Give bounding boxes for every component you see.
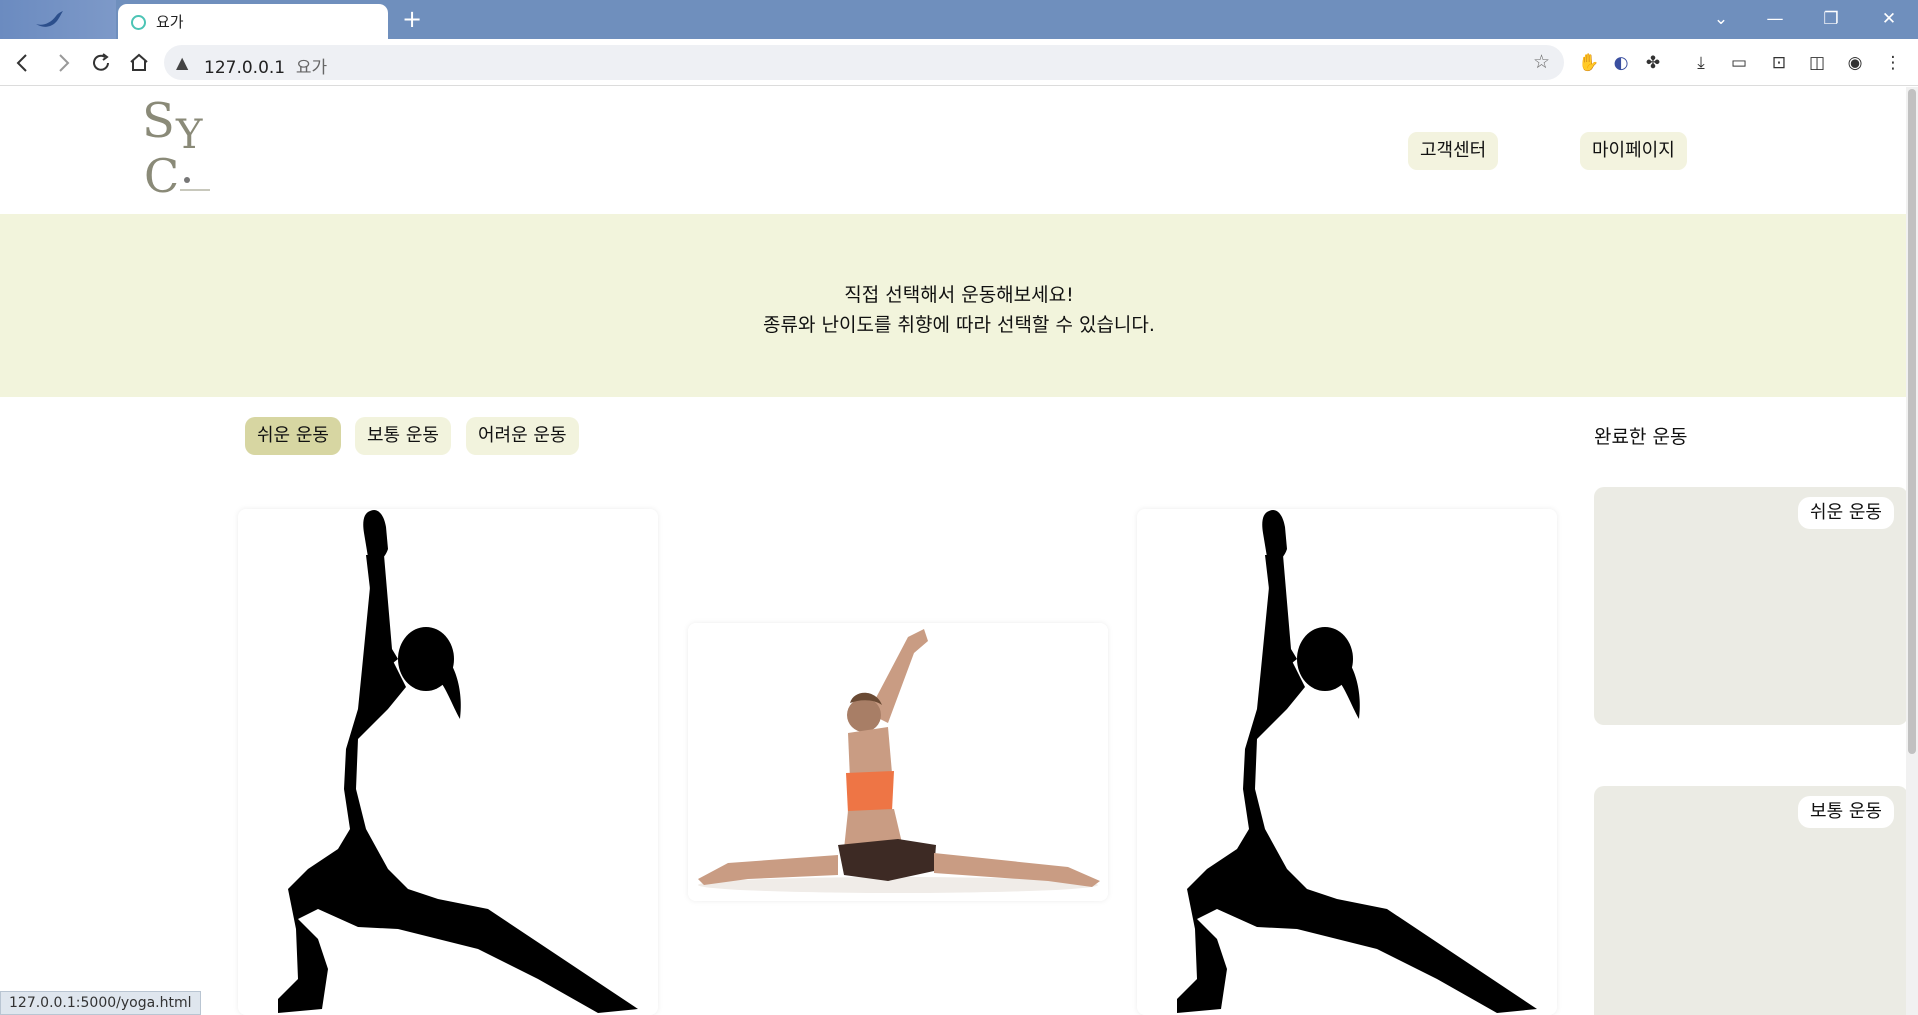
restore-button[interactable]: ❐ [1808,0,1854,39]
reload-button[interactable] [86,48,116,78]
omnibox[interactable]: ▲ 127.0.0.1 요가 ☆ [164,45,1564,80]
exercise-card-split[interactable] [688,623,1108,901]
page-scrollbar[interactable] [1906,87,1918,1015]
cast-icon[interactable]: ▭ [1726,50,1752,76]
tab-strip-decoration [0,0,116,39]
logo-letter-c: C [144,149,180,203]
home-button[interactable] [124,48,154,78]
not-secure-warning-icon[interactable]: ▲ [176,53,188,72]
close-window-button[interactable]: ✕ [1866,0,1912,39]
bird-icon [36,11,63,27]
home-icon [130,53,148,71]
reload-icon [93,53,109,71]
intro-banner: 직접 선택해서 운동해보세요! 종류와 난이도를 취향에 따라 선택할 수 있습… [0,214,1918,397]
banner-line-1: 직접 선택해서 운동해보세요! [844,284,1074,306]
back-button[interactable] [8,48,38,78]
exercise-card-warrior-1[interactable] [238,509,658,1015]
scrollbar-thumb[interactable] [1908,89,1916,754]
new-tab-button[interactable]: + [398,5,426,33]
screenshot-icon[interactable]: ⊡ [1766,50,1792,76]
back-arrow-icon [16,54,27,72]
split-view-icon[interactable]: ◫ [1804,50,1830,76]
minimize-button[interactable]: — [1752,0,1798,39]
filter-hard-button[interactable]: 어려운 운동 [466,417,579,455]
forward-arrow-icon [59,54,70,72]
moon-extension-icon[interactable]: ◐ [1608,50,1634,76]
mypage-button[interactable]: 마이페이지 [1580,132,1687,170]
banner-line-2: 종류와 난이도를 취향에 따라 선택할 수 있습니다. [763,314,1155,336]
completed-exercises-title: 완료한 운동 [1594,426,1688,448]
web-page: S Y C 고객센터 마이페이지 직접 선택해서 운동해보세요! 종류와 난이도… [0,87,1918,1015]
completed-easy-badge[interactable]: 쉬운 운동 [1798,497,1894,529]
customer-center-button[interactable]: 고객센터 [1408,132,1499,170]
tab-title: 요가 [156,13,184,31]
warrior-pose-silhouette-image [1177,509,1537,1013]
logo-letter-y: Y [176,112,203,158]
tab-search-dropdown-icon[interactable]: ⌄ [1698,0,1744,39]
warrior-pose-silhouette-image [278,509,638,1013]
bookmark-star-icon[interactable]: ☆ [1533,51,1550,73]
split-pose-photo-image [688,623,1108,901]
hand-extension-icon[interactable]: ✋ [1576,50,1602,76]
site-logo[interactable]: S Y C [142,97,214,209]
address-toolbar: ▲ 127.0.0.1 요가 ☆ ✋ ◐ ✤ ⤓ ▭ ⊡ ◫ ◉ ⋮ [0,39,1918,86]
url-text[interactable]: 127.0.0.1 요가 [204,53,327,78]
tab-favicon-icon [131,15,146,30]
forward-button[interactable] [48,48,78,78]
puzzle-extensions-icon[interactable]: ✤ [1640,50,1666,76]
url-page-title: 요가 [295,58,328,78]
logo-dot [184,177,190,183]
exercise-card-warrior-2[interactable] [1137,509,1557,1015]
completed-easy-panel: 쉬운 운동 [1594,487,1908,725]
logo-tagline-line [180,189,210,191]
profile-icon[interactable]: ◉ [1842,50,1868,76]
menu-kebab-icon[interactable]: ⋮ [1880,50,1906,76]
logo-letter-s: S [142,93,175,149]
download-icon[interactable]: ⤓ [1688,50,1714,76]
filter-easy-button[interactable]: 쉬운 운동 [245,417,341,455]
active-tab[interactable]: 요가 [118,4,388,39]
completed-normal-panel: 보통 운동 [1594,786,1908,1015]
filter-normal-button[interactable]: 보통 운동 [355,417,451,455]
browser-tab-bar: 요가 + ⌄ — ❐ ✕ [0,0,1918,39]
status-url-bubble: 127.0.0.1:5000/yoga.html [0,991,201,1015]
completed-normal-badge[interactable]: 보통 운동 [1798,796,1894,828]
url-host: 127.0.0.1 [204,58,286,78]
